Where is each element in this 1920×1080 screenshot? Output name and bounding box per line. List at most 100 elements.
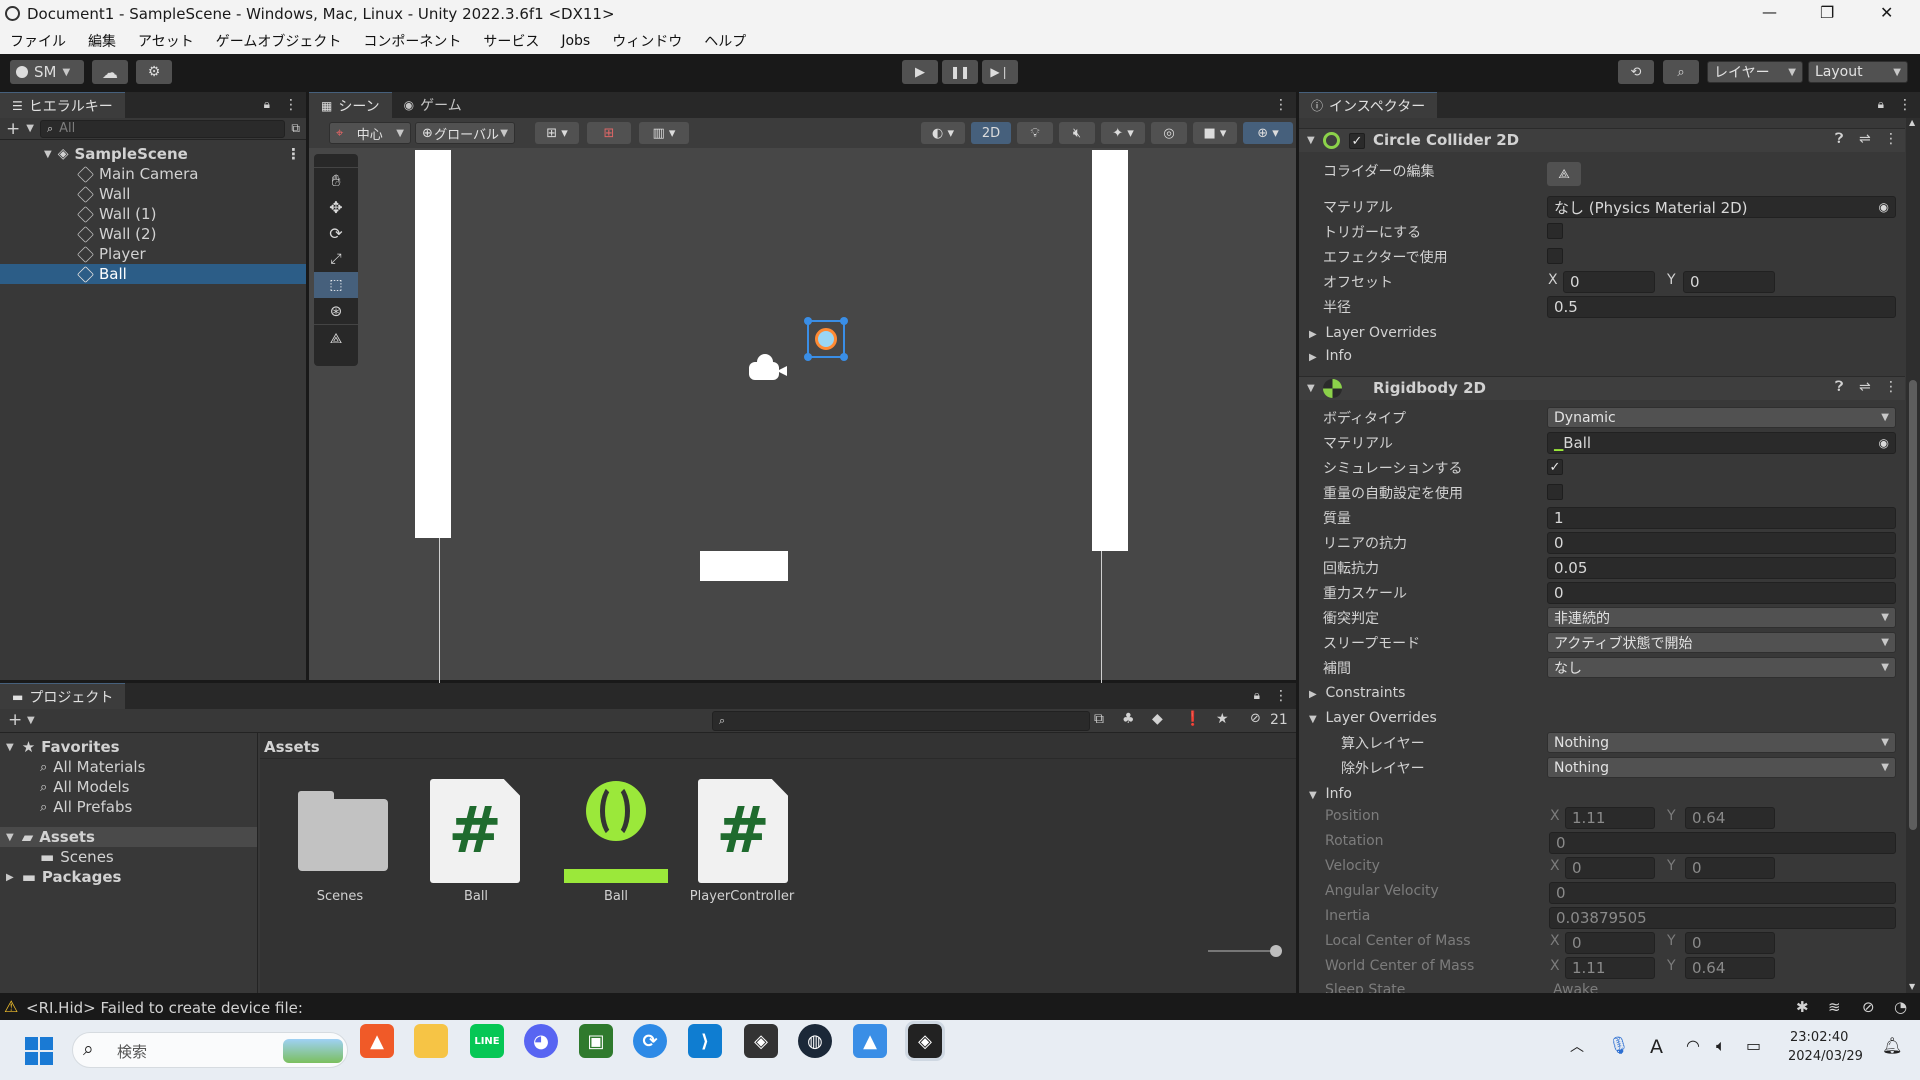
tab-inspector[interactable]: ⓘ インスペクター [1299, 92, 1438, 118]
hierarchy-item-wall-2[interactable]: Wall (2) [0, 224, 306, 244]
include-layers-dropdown[interactable]: Nothing ▼ [1547, 732, 1896, 753]
clock-date[interactable]: 2024/03/29 [1788, 1049, 1863, 1064]
circle-collider-enabled-checkbox[interactable]: ✓ [1349, 133, 1365, 149]
hand-tool[interactable]: ✋︎ [314, 168, 358, 194]
taskbar-search[interactable]: ⌕ 検索 [72, 1032, 348, 1068]
chevron-down-icon[interactable]: ▼ [27, 715, 35, 726]
step-button[interactable]: ▶❘ [982, 60, 1018, 84]
mode-2d-button[interactable]: 2D [971, 122, 1011, 144]
pause-button[interactable]: ❚❚ [942, 60, 978, 84]
exclude-layers-dropdown[interactable]: Nothing ▼ [1547, 757, 1896, 778]
chevron-down-icon[interactable]: ▼ [26, 123, 34, 134]
label-filter-icon[interactable]: ◆ [1152, 711, 1163, 727]
scroll-up-icon[interactable]: ▲ [1909, 118, 1915, 127]
log-filter-icon[interactable]: ❗ [1184, 711, 1201, 727]
minimize-button[interactable]: — [1762, 3, 1777, 21]
more-icon[interactable]: ⋮ [276, 97, 306, 118]
edit-collider-button[interactable]: ⟁ [1547, 162, 1581, 186]
hierarchy-item-ball[interactable]: Ball [0, 264, 306, 284]
lock-icon[interactable]: 🔒︎ [258, 97, 276, 118]
cc-info-foldout[interactable]: ▶ Info [1309, 346, 1352, 364]
ime-indicator[interactable]: A [1650, 1036, 1663, 1058]
expand-icon[interactable]: ▼ [6, 742, 14, 753]
increment-snap-button[interactable]: ⊞ [587, 122, 631, 144]
lock-icon[interactable]: 🔒︎ [1248, 688, 1266, 709]
debug-icon[interactable]: ⊘ [1862, 998, 1875, 1016]
menu-gameobject[interactable]: ゲームオブジェクト [216, 31, 342, 51]
fav-all-models[interactable]: ⌕ All Models [0, 777, 257, 797]
vscode-icon[interactable]: ⟩ [688, 1024, 722, 1058]
scroll-down-icon[interactable]: ▼ [1909, 982, 1915, 991]
microphone-icon[interactable]: 🎙︎ [1608, 1036, 1630, 1056]
rb-material-field[interactable]: ▁Ball ◉ [1547, 432, 1896, 454]
rb-layer-overrides-foldout[interactable]: ▼ Layer Overrides [1309, 708, 1437, 726]
audio-button[interactable]: 🔇︎ [1059, 122, 1095, 144]
steam-icon[interactable]: ◍ [798, 1024, 832, 1058]
line-icon[interactable]: LINE [470, 1024, 504, 1058]
play-button[interactable]: ▶ [902, 60, 938, 84]
asset-scenes-folder[interactable]: Scenes [290, 785, 390, 907]
inspector-scrollbar[interactable]: ▲ ▼ [1906, 118, 1920, 993]
unity-editor-icon[interactable]: ◈ [905, 1021, 945, 1061]
camera-button[interactable]: ■ ▾ [1193, 122, 1237, 144]
cc-material-field[interactable]: なし (Physics Material 2D) ◉ [1547, 196, 1896, 218]
scene-menu-icon[interactable]: ⋮ [286, 145, 301, 163]
mass-input[interactable]: 1 [1547, 507, 1896, 529]
notification-bell-icon[interactable]: 🔔︎ [1882, 1036, 1902, 1055]
minecraft-icon[interactable]: ▣ [579, 1024, 613, 1058]
progress-icon[interactable]: ◔ [1894, 998, 1907, 1016]
move-tool[interactable]: ✥ [314, 194, 358, 220]
filter-icon[interactable]: ⧉ [291, 121, 300, 136]
linear-drag-input[interactable]: 0 [1547, 532, 1896, 554]
help-icon[interactable]: ❓︎ [1835, 379, 1843, 395]
layout-dropdown[interactable]: Layout ▼ [1808, 61, 1908, 83]
rigidbody-header[interactable]: ▼ Rigidbody 2D ❓︎ ⇌ ⋮ [1299, 376, 1905, 400]
tab-scene[interactable]: ▦ シーン [309, 92, 392, 118]
file-explorer-icon[interactable] [414, 1024, 448, 1058]
collapse-icon[interactable]: ▼ [1307, 135, 1315, 146]
more-icon[interactable]: ⋮ [1266, 688, 1296, 709]
start-button[interactable] [25, 1037, 53, 1065]
fav-all-materials[interactable]: ⌕ All Materials [0, 757, 257, 777]
ruler-button[interactable]: ▥ ▾ [639, 122, 689, 144]
circle-collider-header[interactable]: ▼ ✓ Circle Collider 2D ❓︎ ⇌ ⋮ [1299, 128, 1905, 152]
gravity-scale-input[interactable]: 0 [1547, 582, 1896, 604]
help-icon[interactable]: ❓︎ [1835, 131, 1843, 147]
custom-tool[interactable]: ⟁ [314, 324, 358, 352]
add-button[interactable]: + [6, 119, 20, 139]
lock-icon[interactable]: 🔒︎ [1872, 97, 1890, 118]
asset-ball-script[interactable]: # Ball [420, 779, 532, 907]
lighting-button[interactable]: 💡︎ [1017, 122, 1053, 144]
cloud-button[interactable]: ☁ [92, 60, 128, 84]
effects-button[interactable]: ✦ ▾ [1101, 122, 1145, 144]
tab-game[interactable]: ◉ ゲーム [392, 92, 474, 118]
scrollbar-thumb[interactable] [1909, 380, 1917, 830]
history-button[interactable]: ⟲ [1618, 60, 1654, 84]
favorites-row[interactable]: ▼ ★ Favorites [0, 737, 257, 757]
layers-dropdown[interactable]: レイヤー ▼ [1707, 61, 1803, 83]
expand-icon[interactable]: ▶ [6, 872, 14, 883]
menu-edit[interactable]: 編集 [88, 31, 116, 51]
scenes-folder-row[interactable]: ▬ Scenes [0, 847, 257, 867]
offset-x-input[interactable]: 0 [1563, 271, 1655, 293]
object-picker-icon[interactable]: ◉ [1879, 200, 1889, 214]
wall-left[interactable] [415, 150, 451, 538]
rotate-tool[interactable]: ⟳ [314, 220, 358, 246]
rect-tool[interactable]: ⬚ [314, 272, 358, 298]
rb-info-foldout[interactable]: ▼ Info [1309, 784, 1352, 802]
asset-breadcrumb[interactable]: Assets [260, 733, 1296, 759]
collision-dropdown[interactable]: 非連続的 ▼ [1547, 607, 1896, 628]
collab-button[interactable]: ⚙ [136, 60, 172, 84]
menu-window[interactable]: ウィンドウ [612, 31, 682, 51]
hierarchy-search-input[interactable]: ⌕ All [39, 119, 286, 138]
bug-icon[interactable]: ✱ [1796, 998, 1809, 1016]
type-filter-icon[interactable]: ♣ [1122, 711, 1135, 727]
tab-project[interactable]: ▬ プロジェクト [0, 683, 126, 709]
expand-icon[interactable]: ▼ [6, 832, 14, 843]
ball-object[interactable] [804, 317, 848, 361]
more-icon[interactable]: ⋮ [1890, 97, 1920, 118]
restore-button[interactable]: ❐ [1820, 3, 1834, 22]
fav-all-prefabs[interactable]: ⌕ All Prefabs [0, 797, 257, 817]
menu-help[interactable]: ヘルプ [704, 31, 746, 51]
hierarchy-item-wall[interactable]: Wall [0, 184, 306, 204]
